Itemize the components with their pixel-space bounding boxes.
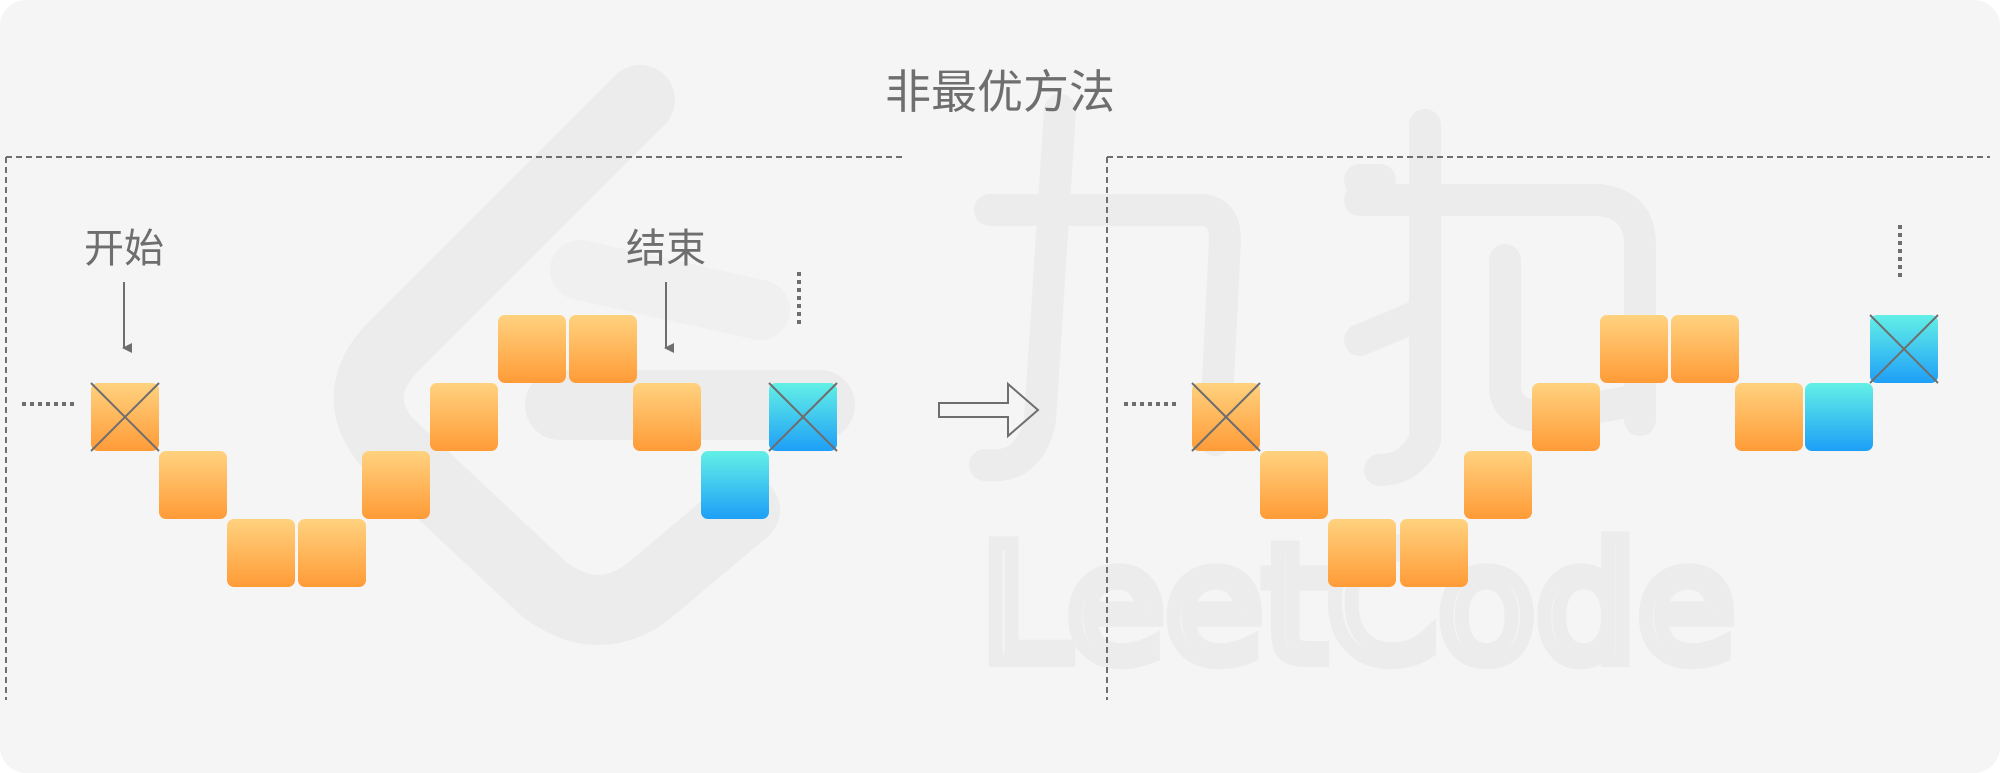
- left-block: [362, 451, 430, 519]
- right-block: [1400, 519, 1468, 587]
- left-block: [498, 315, 566, 383]
- right-block: [1464, 451, 1532, 519]
- right-block: [1735, 383, 1803, 451]
- left-block: [569, 315, 637, 383]
- diagram-title: 非最优方法: [885, 65, 1115, 119]
- left-block: [430, 383, 498, 451]
- right-block: [1328, 519, 1396, 587]
- right-block: [1532, 383, 1600, 451]
- diagram-svg: LeetCode 非最优方法 开始 结束: [0, 0, 2000, 773]
- right-block: [1260, 451, 1328, 519]
- diagram-canvas: LeetCode 非最优方法 开始 结束: [0, 0, 2000, 773]
- left-block: [159, 451, 227, 519]
- left-block-blue: [701, 451, 769, 519]
- left-block: [298, 519, 366, 587]
- right-block-blue: [1805, 383, 1873, 451]
- right-block: [1671, 315, 1739, 383]
- end-label: 结束: [626, 226, 706, 272]
- left-block: [633, 383, 701, 451]
- right-block: [1600, 315, 1668, 383]
- start-label: 开始: [84, 226, 164, 272]
- left-block: [227, 519, 295, 587]
